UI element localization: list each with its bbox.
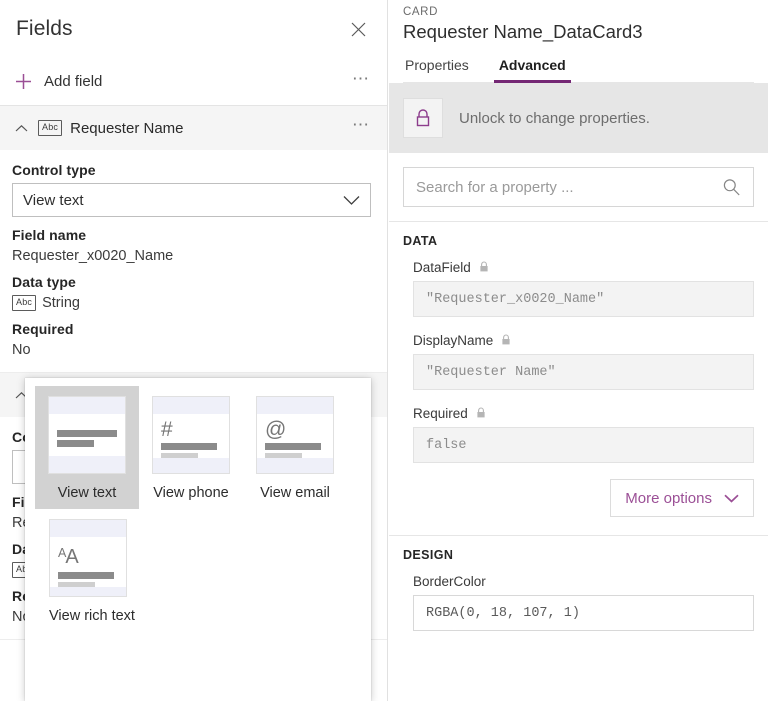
- property-search-wrap: [389, 153, 768, 221]
- property-input-bordercolor[interactable]: RGBA(0, 18, 107, 1): [413, 595, 754, 631]
- field-name-label: Requester Name: [70, 119, 184, 137]
- control-type-dropdown[interactable]: View text: [12, 183, 371, 217]
- rich-text-icon: AA: [49, 519, 127, 597]
- more-options-button[interactable]: More options: [610, 479, 754, 517]
- control-type-tile-label: View rich text: [49, 608, 135, 624]
- properties-pane: CARD Requester Name_DataCard3 Properties…: [389, 0, 768, 701]
- app-root: Fields Add field ⋯ Abc Requester Name ⋯: [0, 0, 768, 701]
- control-type-value: View text: [23, 191, 84, 209]
- control-type-tile-view-text[interactable]: View text: [35, 386, 139, 509]
- property-label-bordercolor: BorderColor: [413, 573, 486, 589]
- section-design: DESIGN BorderColor RGBA(0, 18, 107, 1): [389, 535, 768, 651]
- mini-lock-icon: [476, 407, 486, 419]
- tab-advanced[interactable]: Advanced: [493, 53, 571, 83]
- mini-lock-icon: [501, 334, 511, 346]
- tab-properties[interactable]: Properties: [403, 53, 471, 82]
- abc-type-icon: Abc: [38, 120, 63, 136]
- card-kicker: CARD: [403, 6, 438, 18]
- properties-tabs: Properties Advanced: [403, 53, 754, 83]
- unlock-banner-text: Unlock to change properties.: [459, 109, 650, 127]
- search-input[interactable]: [416, 178, 722, 196]
- plus-icon: [10, 69, 36, 95]
- control-type-tile-label: View email: [260, 485, 330, 501]
- field-body-requester-name: Control type View text Field name Reques…: [0, 150, 387, 372]
- section-title-design: DESIGN: [403, 548, 454, 562]
- property-label-displayname: DisplayName: [413, 332, 494, 348]
- fields-pane-header: Fields: [0, 0, 387, 58]
- field-name-value: Requester_x0020_Name: [12, 248, 174, 264]
- more-options-row: More options: [403, 477, 754, 529]
- search-icon[interactable]: [722, 178, 741, 197]
- property-row-required: Required false: [403, 404, 754, 477]
- data-type-value: String: [42, 295, 80, 311]
- property-label-row-displayname: DisplayName: [413, 331, 754, 349]
- property-label-row-datafield: DataField: [413, 258, 754, 276]
- mini-lock-icon: [479, 261, 489, 273]
- more-options-label: More options: [625, 489, 712, 507]
- control-type-tile-label: View text: [57, 485, 117, 501]
- section-data: DATA DataField "Requester_x0020_Name" Di…: [389, 221, 768, 535]
- control-type-tile-label: View phone: [153, 485, 229, 501]
- field-overflow-icon[interactable]: ⋯: [352, 116, 371, 136]
- property-input-datafield[interactable]: "Requester_x0020_Name": [413, 281, 754, 317]
- required-value: No: [12, 342, 31, 358]
- data-type-value-row: Abc String: [12, 295, 371, 311]
- add-field-label: Add field: [44, 73, 103, 90]
- control-type-tile-view-email[interactable]: @ View email: [243, 386, 347, 509]
- property-row-datafield: DataField "Requester_x0020_Name": [403, 258, 754, 331]
- unlock-banner: Unlock to change properties.: [389, 83, 768, 153]
- page-title: Fields: [16, 17, 73, 40]
- field-header-requester-name[interactable]: Abc Requester Name ⋯: [0, 106, 387, 150]
- property-label-row-bordercolor: BorderColor: [413, 572, 754, 590]
- property-label-datafield: DataField: [413, 259, 471, 275]
- section-title-data: DATA: [403, 234, 438, 248]
- rich-text-glyph: AA: [58, 546, 79, 568]
- property-input-required[interactable]: false: [413, 427, 754, 463]
- chevron-up-icon[interactable]: [10, 117, 32, 139]
- abc-datatype-icon: Abc: [12, 295, 37, 311]
- field-block-requester-name: Abc Requester Name ⋯ Control type View t…: [0, 106, 387, 373]
- at-glyph: @: [265, 418, 287, 441]
- control-type-tile-view-rich-text[interactable]: AA View rich text: [35, 509, 175, 632]
- property-input-displayname[interactable]: "Requester Name": [413, 354, 754, 390]
- chevron-down-icon: [343, 195, 360, 206]
- at-sign-icon: @: [256, 396, 334, 474]
- card-name: Requester Name_DataCard3: [403, 21, 643, 42]
- property-search-box[interactable]: [403, 167, 754, 207]
- control-type-tile-grid: View text # View phone @ View email AA V…: [35, 386, 361, 632]
- add-field-button[interactable]: Add field ⋯: [0, 58, 387, 106]
- field-name-heading: Field name: [12, 227, 87, 243]
- hash-glyph: #: [161, 418, 173, 441]
- property-label-required: Required: [413, 405, 468, 421]
- control-type-flyout: View text # View phone @ View email AA V…: [25, 378, 371, 701]
- add-field-overflow-icon[interactable]: ⋯: [352, 70, 371, 90]
- text-lines-icon: [48, 396, 126, 474]
- chevron-down-icon: [724, 490, 739, 507]
- close-icon[interactable]: [345, 16, 371, 42]
- property-label-row-required: Required: [413, 404, 754, 422]
- lock-icon[interactable]: [403, 98, 443, 138]
- required-heading: Required: [12, 321, 74, 337]
- control-type-label: Control type: [12, 162, 96, 178]
- properties-pane-header: CARD Requester Name_DataCard3 Properties…: [389, 0, 768, 83]
- data-type-heading: Data type: [12, 274, 76, 290]
- control-type-tile-view-phone[interactable]: # View phone: [139, 386, 243, 509]
- hash-icon: #: [152, 396, 230, 474]
- property-row-bordercolor: BorderColor RGBA(0, 18, 107, 1): [403, 572, 754, 645]
- property-row-displayname: DisplayName "Requester Name": [403, 331, 754, 404]
